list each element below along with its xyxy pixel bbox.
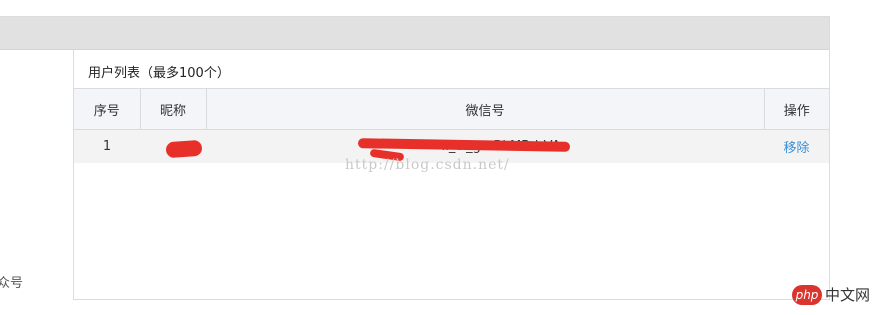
php-cn-logo: php 中文网	[790, 282, 882, 310]
row-action-cell: 移除	[764, 129, 829, 163]
php-badge-logo: php	[792, 285, 822, 305]
left-sidebar: 众号	[0, 50, 74, 300]
column-header-wechat-id: 微信号	[206, 88, 765, 130]
row-index: 1	[74, 129, 140, 163]
top-bar	[0, 17, 829, 50]
remove-button[interactable]: 移除	[783, 141, 809, 156]
column-header-action: 操作	[764, 88, 829, 130]
csdn-watermark: http://blog.csdn.net/	[345, 157, 510, 173]
nickname-redaction-mark	[165, 139, 203, 159]
table-header-row: 序号 昵称 微信号 操作	[74, 88, 829, 130]
user-list-panel: 用户列表（最多100个） 序号 昵称 微信号 操作 1 移除	[74, 50, 829, 300]
column-header-index: 序号	[74, 88, 141, 130]
panel-title: 用户列表（最多100个）	[88, 66, 230, 81]
logo-text: 中文网	[825, 286, 871, 304]
column-header-nickname: 昵称	[140, 88, 207, 130]
sidebar-partial-label[interactable]: 众号	[0, 272, 23, 291]
